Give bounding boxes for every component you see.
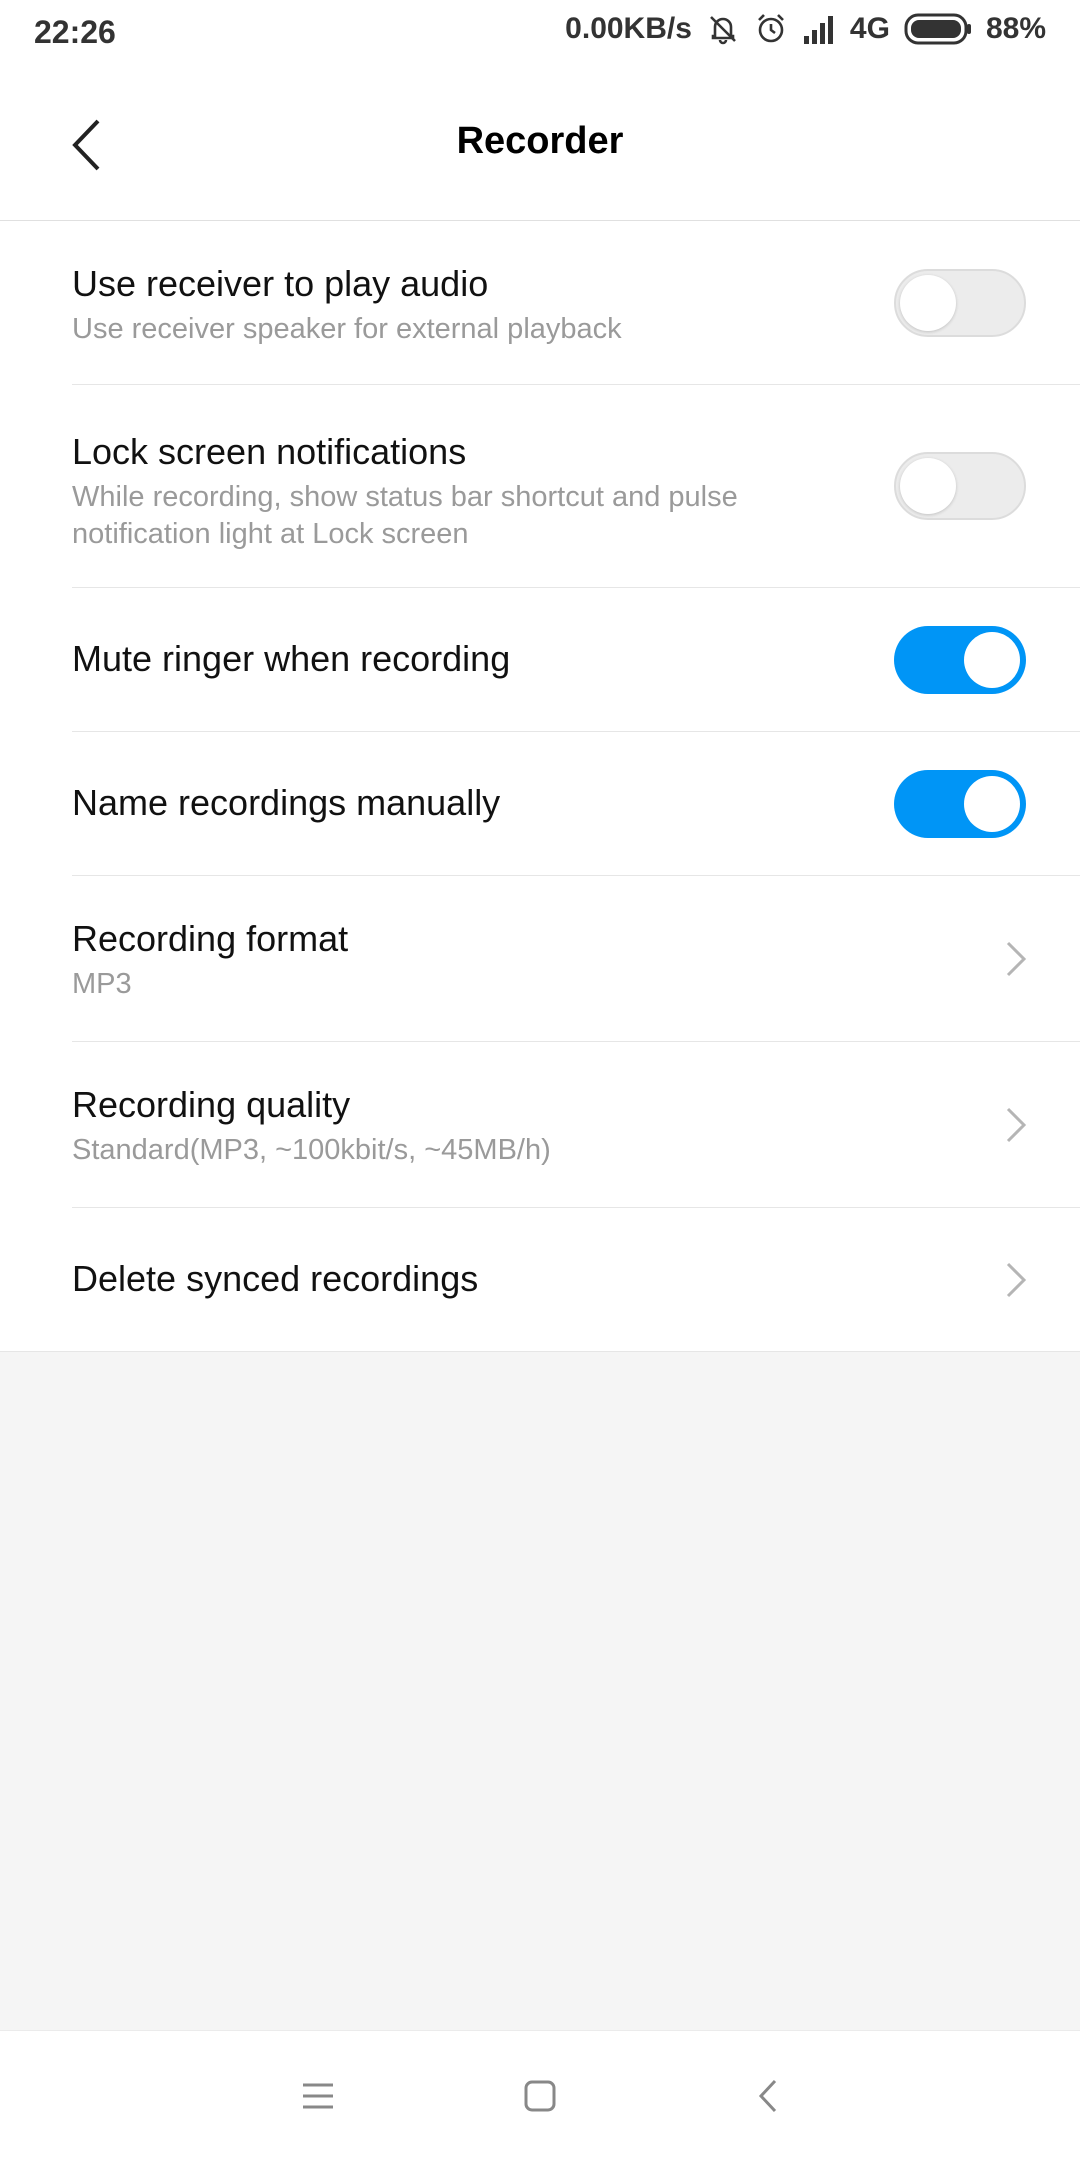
setting-mute-ringer[interactable]: Mute ringer when recording bbox=[72, 588, 1080, 732]
nav-home-button[interactable] bbox=[510, 2066, 570, 2126]
mute-icon bbox=[706, 12, 740, 46]
toggle-knob bbox=[964, 776, 1020, 832]
setting-use-receiver[interactable]: Use receiver to play audio Use receiver … bbox=[72, 221, 1080, 385]
alarm-icon bbox=[754, 12, 788, 46]
toggle-name-recordings[interactable] bbox=[894, 770, 1026, 838]
setting-title: Lock screen notifications bbox=[72, 431, 467, 472]
setting-title: Name recordings manually bbox=[72, 782, 501, 823]
toggle-use-receiver[interactable] bbox=[894, 269, 1026, 337]
setting-recording-quality[interactable]: Recording quality Standard(MP3, ~100kbit… bbox=[72, 1042, 1080, 1208]
network-type: 4G bbox=[849, 12, 890, 45]
toggle-knob bbox=[964, 632, 1020, 688]
setting-subtitle: Use receiver speaker for external playba… bbox=[72, 313, 622, 345]
settings-list: Use receiver to play audio Use receiver … bbox=[0, 221, 1080, 1352]
setting-title: Recording format bbox=[72, 918, 349, 959]
battery-icon bbox=[904, 13, 972, 45]
navigation-bar bbox=[0, 2030, 1080, 2161]
toggle-lock-screen-notifications[interactable] bbox=[894, 452, 1026, 520]
battery-level: 88% bbox=[985, 12, 1046, 45]
chevron-right-icon bbox=[1006, 941, 1027, 977]
setting-name-recordings[interactable]: Name recordings manually bbox=[72, 732, 1080, 876]
setting-subtitle: MP3 bbox=[72, 968, 132, 1000]
setting-title: Recording quality bbox=[72, 1084, 351, 1125]
status-icons: 0.00KB/s 4G 88% bbox=[565, 12, 1046, 46]
back-icon bbox=[758, 2079, 777, 2113]
toggle-knob bbox=[900, 275, 956, 331]
menu-icon bbox=[303, 2083, 333, 2109]
chevron-right-icon bbox=[1006, 1107, 1027, 1143]
setting-recording-format[interactable]: Recording format MP3 bbox=[72, 876, 1080, 1042]
setting-lock-screen-notifications[interactable]: Lock screen notifications While recordin… bbox=[72, 385, 1080, 588]
nav-back-button[interactable] bbox=[738, 2066, 798, 2126]
toggle-knob bbox=[900, 458, 956, 514]
status-bar: 22:26 0.00KB/s 4G 88% bbox=[0, 0, 1080, 70]
net-speed: 0.00KB/s bbox=[565, 12, 692, 45]
status-time: 22:26 bbox=[34, 14, 116, 50]
page-title: Recorder bbox=[456, 120, 624, 162]
home-icon bbox=[524, 2080, 556, 2112]
setting-subtitle: Standard(MP3, ~100kbit/s, ~45MB/h) bbox=[72, 1134, 551, 1166]
signal-icon bbox=[802, 14, 836, 44]
chevron-right-icon bbox=[1006, 1262, 1027, 1298]
setting-title: Delete synced recordings bbox=[72, 1258, 479, 1299]
setting-delete-synced[interactable]: Delete synced recordings bbox=[72, 1208, 1080, 1351]
toggle-mute-ringer[interactable] bbox=[894, 626, 1026, 694]
setting-subtitle: While recording, show status bar shortcu… bbox=[72, 481, 738, 550]
setting-title: Use receiver to play audio bbox=[72, 263, 489, 304]
nav-menu-button[interactable] bbox=[288, 2066, 348, 2126]
header: Recorder bbox=[0, 70, 1080, 221]
setting-title: Mute ringer when recording bbox=[72, 638, 511, 679]
